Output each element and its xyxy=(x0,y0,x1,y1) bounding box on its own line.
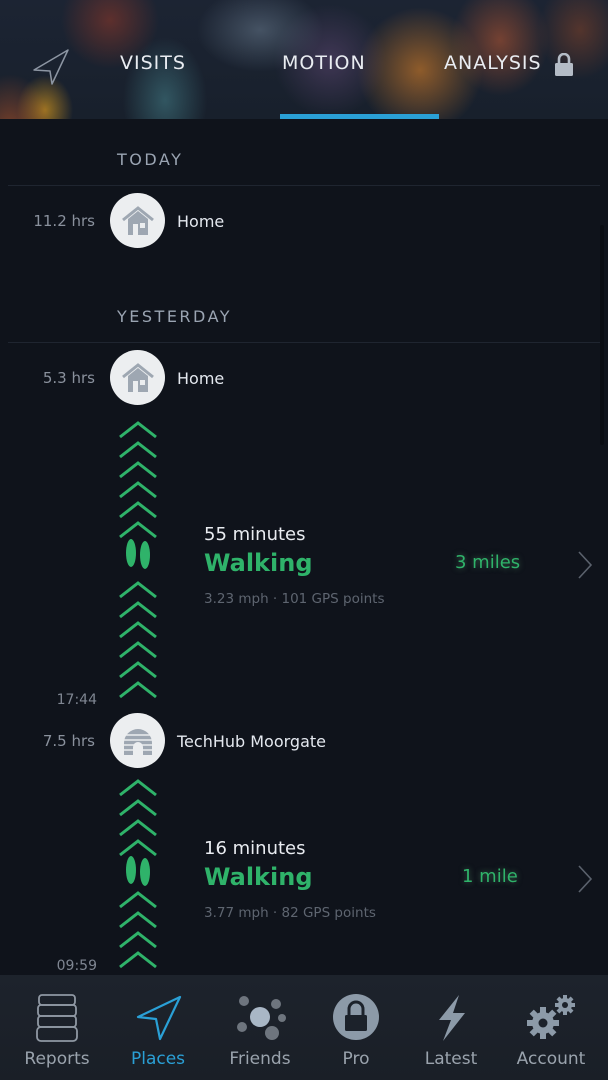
chevron-up-icon xyxy=(119,779,157,797)
tabbar-label: Reports xyxy=(24,1049,90,1069)
location-arrow-icon xyxy=(136,995,182,1041)
section-header-yesterday: YESTERDAY xyxy=(117,307,233,326)
chevron-up-icon xyxy=(119,799,157,817)
divider xyxy=(8,185,600,186)
section-header-today: TODAY xyxy=(117,150,184,169)
chevron-right-icon[interactable] xyxy=(576,550,594,580)
place-name: Home xyxy=(177,212,225,231)
activity-end-time: 09:59 xyxy=(56,958,97,974)
stack-icon xyxy=(36,994,78,1042)
chevron-up-icon xyxy=(119,641,157,659)
activity-type: Walking xyxy=(204,863,313,891)
chevron-up-icon xyxy=(119,951,157,969)
chevron-up-icon xyxy=(119,581,157,599)
tabbar-item-reports[interactable]: Reports xyxy=(7,975,107,1080)
activity-meta: 3.23 mph · 101 GPS points xyxy=(204,591,385,607)
chevron-up-icon xyxy=(119,911,157,929)
footsteps-icon xyxy=(126,856,150,886)
activity-meta: 3.77 mph · 82 GPS points xyxy=(204,905,376,921)
activity-end-time: 17:44 xyxy=(56,692,97,708)
friends-dots-icon xyxy=(237,996,286,1040)
chevron-up-icon xyxy=(119,481,157,499)
chevron-up-icon xyxy=(119,681,157,699)
tabbar-item-latest[interactable]: Latest xyxy=(401,975,501,1080)
chevron-up-icon xyxy=(119,891,157,909)
activity-duration: 16 minutes xyxy=(204,838,306,859)
scrollbar[interactable] xyxy=(600,225,604,445)
activity-distance: 3 miles xyxy=(455,552,521,573)
divider xyxy=(8,342,600,343)
lock-icon xyxy=(555,53,573,76)
chevron-up-icon xyxy=(119,819,157,837)
tabbar-label: Latest xyxy=(424,1049,478,1069)
tabbar-item-friends[interactable]: Friends xyxy=(210,975,310,1080)
motion-track-chevrons xyxy=(116,889,160,969)
chevron-up-icon xyxy=(119,461,157,479)
chevron-up-icon xyxy=(119,931,157,949)
tab-visits[interactable]: VISITS xyxy=(120,52,186,74)
segment-tabs: VISITS MOTION ANALYSIS xyxy=(0,44,608,88)
place-badge xyxy=(110,350,165,405)
place-name: TechHub Moorgate xyxy=(177,732,327,751)
visit-duration: 7.5 hrs xyxy=(42,732,95,750)
tabbar-item-account[interactable]: Account xyxy=(501,975,601,1080)
place-name: Home xyxy=(177,369,225,388)
tabbar-label: Account xyxy=(516,1049,586,1069)
chevron-up-icon xyxy=(119,441,157,459)
visit-duration: 11.2 hrs xyxy=(33,212,95,230)
header: VISITS MOTION ANALYSIS xyxy=(0,0,608,119)
chevron-up-icon xyxy=(119,501,157,519)
home-icon xyxy=(121,362,154,392)
activity-duration: 55 minutes xyxy=(204,524,306,545)
tab-motion[interactable]: MOTION xyxy=(282,52,366,74)
chevron-up-icon xyxy=(119,521,157,539)
chevron-up-icon xyxy=(119,621,157,639)
motion-track-chevrons xyxy=(116,579,160,699)
tabbar-label: Friends xyxy=(229,1049,291,1069)
tab-analysis[interactable]: ANALYSIS xyxy=(444,52,542,74)
home-icon xyxy=(121,205,154,235)
tabbar-item-pro[interactable]: Pro xyxy=(306,975,406,1080)
activity-type: Walking xyxy=(204,549,313,577)
gears-icon xyxy=(527,995,575,1039)
tabbar-label: Places xyxy=(130,1049,186,1069)
igloo-icon xyxy=(123,728,152,755)
lightning-icon xyxy=(439,995,465,1041)
lock-icon xyxy=(333,994,379,1040)
chevron-up-icon xyxy=(119,421,157,439)
footsteps-icon xyxy=(126,539,150,569)
motion-track-chevrons xyxy=(116,777,160,857)
motion-track-chevrons xyxy=(116,419,160,539)
tabbar-item-places[interactable]: Places xyxy=(108,975,208,1080)
timeline-list[interactable]: TODAY 11.2 hrs Home YESTERDAY 5.3 hrs Ho… xyxy=(0,119,608,975)
chevron-right-icon[interactable] xyxy=(576,864,594,894)
place-badge xyxy=(110,713,165,768)
visit-duration: 5.3 hrs xyxy=(42,369,95,387)
chevron-up-icon xyxy=(119,661,157,679)
bottom-tab-bar: Reports Places Friends Pro Latest Accoun… xyxy=(0,975,608,1080)
chevron-up-icon xyxy=(119,601,157,619)
activity-distance: 1 mile xyxy=(462,866,518,887)
place-badge xyxy=(110,193,165,248)
tabbar-label: Pro xyxy=(342,1049,370,1069)
